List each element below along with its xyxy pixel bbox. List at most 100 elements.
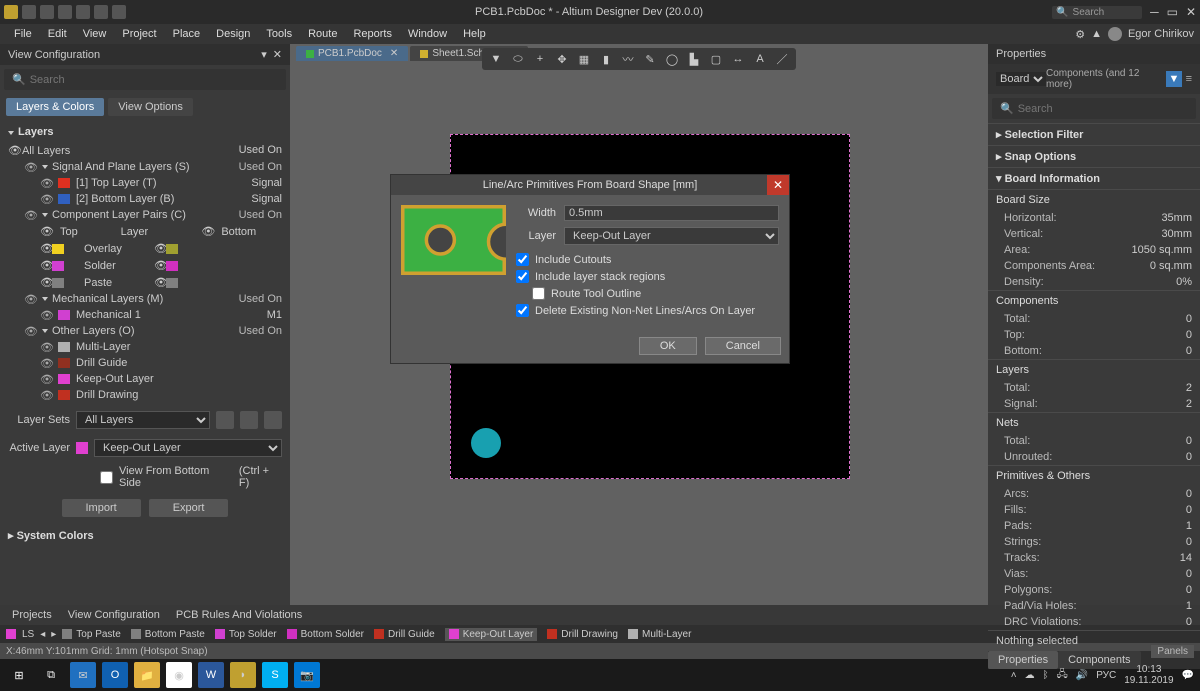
tool-select-icon[interactable]: ▼ xyxy=(488,51,504,67)
mechanical-group[interactable]: Mechanical Layers (M) xyxy=(52,293,163,305)
user-avatar[interactable] xyxy=(1108,27,1122,41)
layer-pair-row[interactable]: 👁Solder👁 xyxy=(8,257,282,274)
undo-icon[interactable] xyxy=(94,5,108,19)
taskview-icon[interactable]: ⧉ xyxy=(38,662,64,688)
menu-design[interactable]: Design xyxy=(208,28,258,40)
bottom-tab[interactable]: PCB Rules And Violations xyxy=(170,607,308,623)
new-icon[interactable] xyxy=(58,5,72,19)
tool-move-icon[interactable]: ✥ xyxy=(554,51,570,67)
view-bottom-checkbox[interactable] xyxy=(100,471,113,484)
camera-icon[interactable]: 📷 xyxy=(294,662,320,688)
layerset-add-icon[interactable] xyxy=(240,411,258,429)
layerbar-item[interactable]: Top Paste xyxy=(62,628,120,641)
layerbar-item[interactable]: Top Solder xyxy=(215,628,277,641)
word-icon[interactable]: W xyxy=(198,662,224,688)
export-button[interactable]: Export xyxy=(149,499,229,517)
print-icon[interactable] xyxy=(76,5,90,19)
route-tool-outline-checkbox[interactable] xyxy=(532,287,545,300)
layer-row[interactable]: 👁Keep-Out Layer xyxy=(8,371,282,387)
skype-icon[interactable]: S xyxy=(262,662,288,688)
menu-file[interactable]: File xyxy=(6,28,40,40)
layer-search-input[interactable] xyxy=(30,74,278,86)
layerset-delete-icon[interactable] xyxy=(264,411,282,429)
properties-search[interactable]: 🔍 xyxy=(992,98,1196,119)
tool-shape-icon[interactable]: ⬭ xyxy=(510,51,526,67)
gear-icon[interactable]: ⚙ xyxy=(1075,28,1085,41)
delete-existing-checkbox[interactable] xyxy=(516,304,529,317)
tray-bluetooth-icon[interactable]: ᛒ xyxy=(1043,670,1049,681)
layerbar-item[interactable]: Drill Drawing xyxy=(547,628,618,641)
layerset-refresh-icon[interactable] xyxy=(216,411,234,429)
outlook-icon[interactable]: O xyxy=(102,662,128,688)
object-type-select[interactable]: Board xyxy=(996,72,1046,86)
menu-tools[interactable]: Tools xyxy=(258,28,300,40)
component-layer-group[interactable]: Component Layer Pairs (C) xyxy=(52,209,186,221)
layer-pair-row[interactable]: 👁Paste👁 xyxy=(8,274,282,291)
menu-route[interactable]: Route xyxy=(300,28,345,40)
tool-draw-icon[interactable]: ✎ xyxy=(642,51,658,67)
tool-text-icon[interactable]: A xyxy=(752,51,768,67)
filter-icon[interactable]: ▼ xyxy=(1166,71,1181,87)
tray-date[interactable]: 19.11.2019 xyxy=(1124,675,1173,686)
signal-plane-group[interactable]: Signal And Plane Layers (S) xyxy=(52,161,190,173)
layer-row[interactable]: 👁Drill Guide xyxy=(8,355,282,371)
tray-up-icon[interactable]: ˄ xyxy=(1011,670,1017,681)
include-cutouts-checkbox[interactable] xyxy=(516,253,529,266)
cancel-button[interactable]: Cancel xyxy=(705,337,781,355)
open-icon[interactable] xyxy=(40,5,54,19)
layers-section[interactable]: Layers xyxy=(18,126,53,138)
close-button[interactable]: ✕ xyxy=(1186,5,1196,19)
bottom-tab[interactable]: View Configuration xyxy=(62,607,166,623)
menu-edit[interactable]: Edit xyxy=(40,28,75,40)
explorer-icon[interactable]: 📁 xyxy=(134,662,160,688)
system-colors-section[interactable]: System Colors xyxy=(17,530,94,542)
tray-time[interactable]: 10:13 xyxy=(1136,664,1161,675)
tool-dim-icon[interactable]: ↔ xyxy=(730,51,746,67)
menu-reports[interactable]: Reports xyxy=(345,28,400,40)
all-layers-row[interactable]: All Layers xyxy=(22,145,70,157)
maximize-button[interactable]: ▭ xyxy=(1167,5,1178,19)
layer-pair-row[interactable]: 👁Overlay👁 xyxy=(8,240,282,257)
tool-align-icon[interactable]: ▦ xyxy=(576,51,592,67)
import-button[interactable]: Import xyxy=(62,499,141,517)
tray-lang[interactable]: РУС xyxy=(1096,670,1116,681)
layerbar-item[interactable]: Multi-Layer xyxy=(628,628,691,641)
tray-network-icon[interactable]: 🖧 xyxy=(1057,667,1068,684)
ok-button[interactable]: OK xyxy=(639,337,697,355)
dialog-close-button[interactable]: ✕ xyxy=(767,175,789,195)
notification-icon[interactable]: ▲ xyxy=(1091,28,1102,40)
tray-cloud-icon[interactable]: ☁ xyxy=(1025,670,1035,681)
tool-line-icon[interactable]: ／ xyxy=(774,51,790,67)
tool-route-icon[interactable]: 〰 xyxy=(620,51,636,67)
include-stack-regions-checkbox[interactable] xyxy=(516,270,529,283)
bottom-tab[interactable]: Projects xyxy=(6,607,58,623)
layerbar-item[interactable]: Keep-Out Layer xyxy=(445,628,538,641)
tool-circle-icon[interactable]: ◯ xyxy=(664,51,680,67)
global-search[interactable]: 🔍 Search xyxy=(1052,6,1142,19)
doctab[interactable]: PCB1.PcbDoc ✕ xyxy=(296,46,408,61)
canvas-area[interactable]: PCB1.PcbDoc ✕Sheet1.SchDoc ✕ ▼ ⬭ + ✥ ▦ ▮… xyxy=(290,44,988,605)
panel-close-icon[interactable]: ✕ xyxy=(273,48,282,61)
layer-sets-select[interactable]: All Layers xyxy=(76,411,210,429)
chrome-icon[interactable]: ◉ xyxy=(166,662,192,688)
tool-box-icon[interactable]: ▢ xyxy=(708,51,724,67)
menu-project[interactable]: Project xyxy=(114,28,164,40)
config-tab[interactable]: Layers & Colors xyxy=(6,98,104,116)
panels-button[interactable]: Panels xyxy=(1151,645,1194,658)
layer-row[interactable]: 👁[2] Bottom Layer (B)Signal xyxy=(8,191,282,207)
layer-select[interactable]: Keep-Out Layer xyxy=(564,227,779,245)
menu-view[interactable]: View xyxy=(75,28,115,40)
menu-place[interactable]: Place xyxy=(165,28,209,40)
snap-options-section[interactable]: ▸ Snap Options xyxy=(988,145,1200,167)
tool-graph-icon[interactable]: ▙ xyxy=(686,51,702,67)
layerbar-item[interactable]: Bottom Solder xyxy=(287,628,364,641)
layer-row[interactable]: 👁[1] Top Layer (T)Signal xyxy=(8,175,282,191)
save-icon[interactable] xyxy=(22,5,36,19)
properties-search-input[interactable] xyxy=(1018,103,1188,115)
menu-help[interactable]: Help xyxy=(455,28,494,40)
tool-layer-icon[interactable]: ▮ xyxy=(598,51,614,67)
redo-icon[interactable] xyxy=(112,5,126,19)
start-button[interactable]: ⊞ xyxy=(6,662,32,688)
layer-row[interactable]: 👁Drill Drawing xyxy=(8,387,282,403)
layerbar-item[interactable]: Bottom Paste xyxy=(131,628,205,641)
